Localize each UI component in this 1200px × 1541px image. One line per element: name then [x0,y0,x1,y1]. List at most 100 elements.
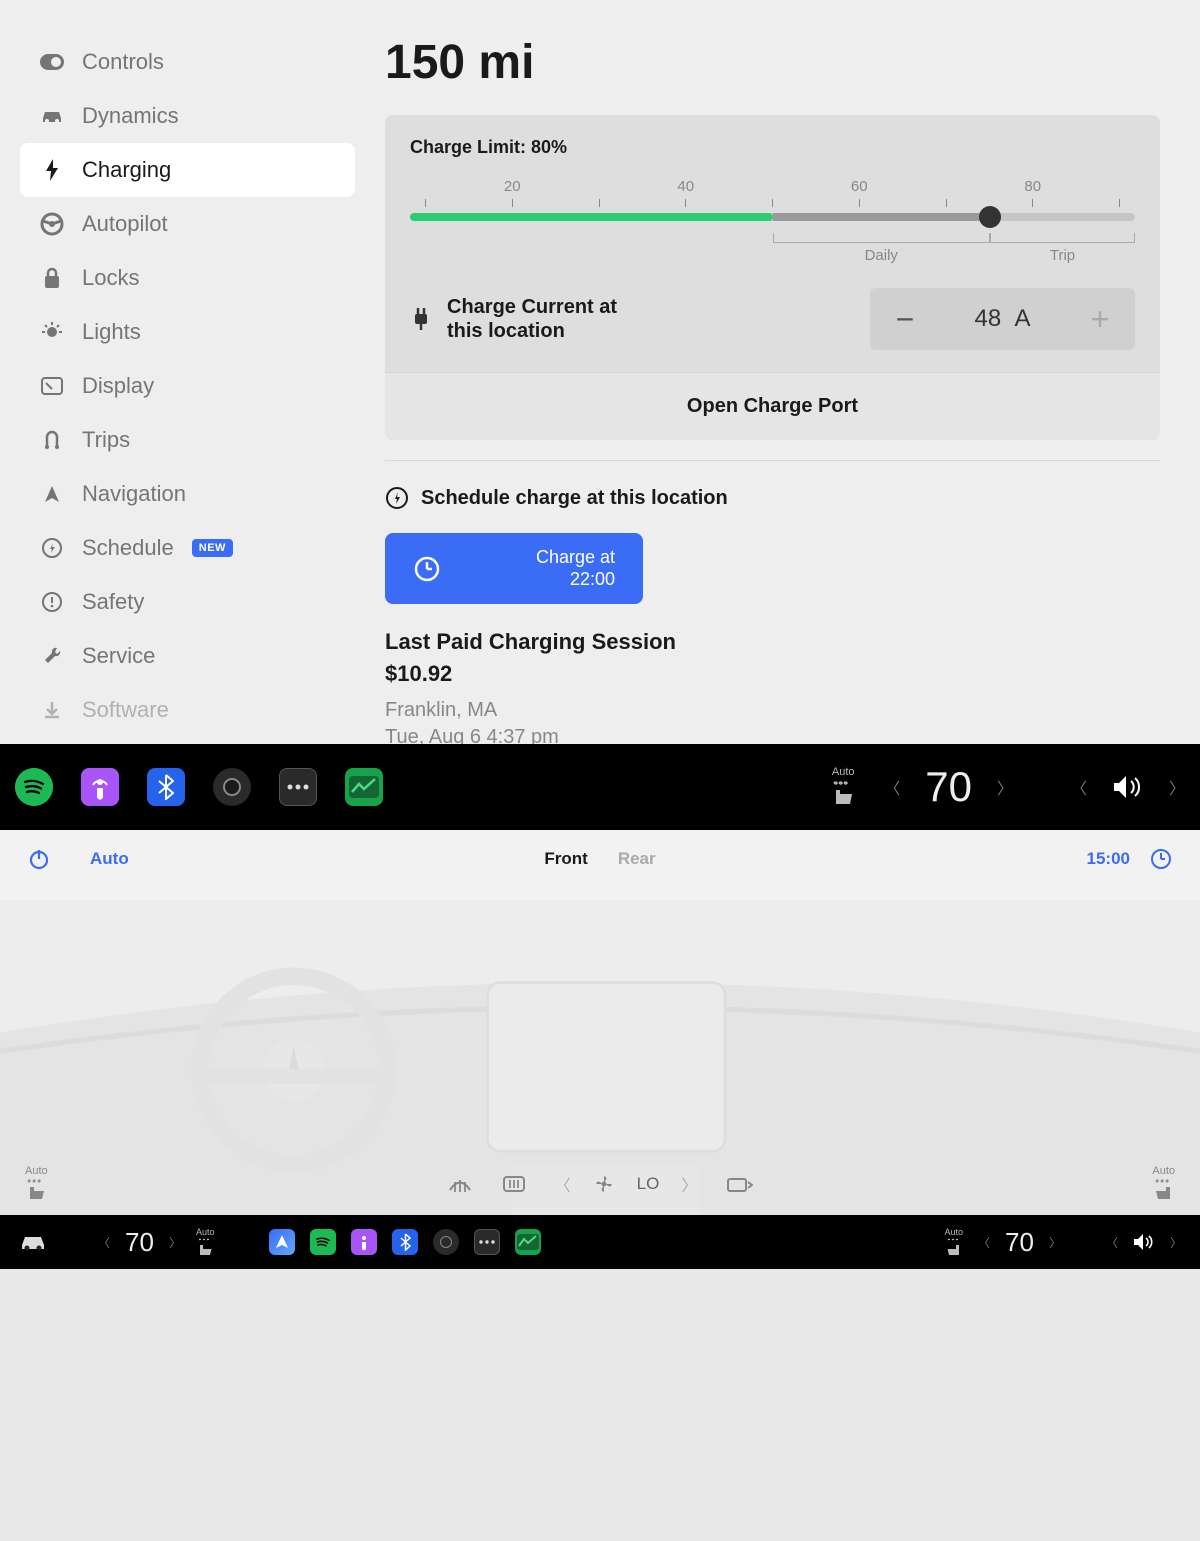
charge-card: Charge Limit: 80% 20 40 60 80 [385,115,1160,440]
temp-down-button[interactable]: 〈 [884,775,900,799]
more-apps-icon-small[interactable] [474,1229,500,1255]
schedule-label: Schedule charge at this location [421,487,728,510]
steering-wheel-icon [40,212,64,236]
sidebar-label: Schedule [82,535,174,561]
sidebar-item-software[interactable]: Software [20,683,355,737]
energy-app-icon[interactable] [345,768,383,806]
spotify-app-icon[interactable] [15,768,53,806]
vol-down-button[interactable]: 〈 [1071,775,1087,799]
temp-control: 〈 70 〉 [884,763,1013,811]
car-button[interactable] [18,1233,48,1251]
nav-app-icon[interactable] [269,1229,295,1255]
fan-up-button[interactable]: 〉 [681,1172,697,1196]
display-icon [40,374,64,398]
front-tab[interactable]: Front [544,849,587,869]
daily-label: Daily [865,247,898,264]
sidebar-label: Charging [82,157,171,183]
sidebar-item-lights[interactable]: Lights [20,305,355,359]
clock-icon[interactable] [1150,848,1172,870]
climate-power-button[interactable] [28,848,50,870]
current-minus-button[interactable]: − [870,288,940,350]
charge-limit-slider[interactable]: 20 40 60 80 [410,178,1135,263]
sidebar-label: Lights [82,319,141,345]
dashcam-app-icon-small[interactable] [433,1229,459,1255]
seat-heater-br[interactable]: Auto [945,1227,964,1258]
dashcam-app-icon[interactable] [213,768,251,806]
volume-icon[interactable] [1112,774,1144,800]
temp-right-up[interactable]: 〉 [1049,1234,1061,1251]
sidebar-item-dynamics[interactable]: Dynamics [20,89,355,143]
sidebar-item-locks[interactable]: Locks [20,251,355,305]
climate-schedule-time[interactable]: 15:00 [1087,849,1130,869]
sidebar-label: Trips [82,427,130,453]
bolt-icon [40,158,64,182]
sidebar-item-charging[interactable]: Charging [20,143,355,197]
last-session: Last Paid Charging Session $10.92 Frankl… [385,629,1160,744]
sidebar-label: Navigation [82,481,186,507]
last-session-price: $10.92 [385,661,1160,687]
podcast-app-icon-small[interactable] [351,1229,377,1255]
seat-heater-fr[interactable]: Auto [1152,1165,1175,1203]
vol-up-button[interactable]: 〉 [1169,775,1185,799]
sidebar-item-autopilot[interactable]: Autopilot [20,197,355,251]
open-charge-port-button[interactable]: Open Charge Port [385,372,1160,440]
climate-auto-button[interactable]: Auto [90,849,129,869]
fan-down-button[interactable]: 〈 [555,1172,571,1196]
sidebar-label: Autopilot [82,211,168,237]
current-plus-button[interactable]: + [1065,288,1135,350]
vol-down-small[interactable]: 〈 [1106,1234,1118,1251]
podcast-app-icon[interactable] [81,768,119,806]
temp-left-down[interactable]: 〈 [98,1234,110,1251]
sidebar-label: Software [82,697,169,723]
clock-icon [413,555,441,583]
current-value: 48 A [940,305,1065,333]
download-icon [40,698,64,722]
sidebar-item-navigation[interactable]: Navigation [20,467,355,521]
charge-limit-label: Charge Limit: 80% [410,137,1135,158]
seat-heater-bl[interactable]: Auto [196,1227,215,1258]
toggle-icon [40,50,64,74]
more-apps-icon[interactable] [279,768,317,806]
bottom-dock-bar: 〈 70 〉 Auto Auto 〈 70 〉 〈 〉 [0,1215,1200,1269]
wrench-icon [40,644,64,668]
car-icon [40,104,64,128]
sidebar-item-service[interactable]: Service [20,629,355,683]
charge-at-label: Charge at [536,547,615,569]
sidebar-item-display[interactable]: Display [20,359,355,413]
temp-right-down[interactable]: 〈 [978,1234,990,1251]
energy-app-icon-small[interactable] [515,1229,541,1255]
temp-up-button[interactable]: 〉 [997,775,1013,799]
temp-right-value: 70 [1005,1227,1034,1258]
defrost-front-button[interactable] [447,1172,473,1196]
settings-panel: Controls Dynamics Charging Autopilot Loc… [0,0,1200,744]
airflow-button[interactable] [725,1174,753,1194]
bluetooth-app-icon[interactable] [147,768,185,806]
new-badge: NEW [192,539,233,557]
clock-bolt-icon [40,536,64,560]
clock-bolt-icon [385,486,409,510]
nav-arrow-icon [40,482,64,506]
sidebar-label: Service [82,643,155,669]
bluetooth-app-icon-small[interactable] [392,1229,418,1255]
lights-icon [40,320,64,344]
rear-tab[interactable]: Rear [618,849,656,869]
trips-icon [40,428,64,452]
defrost-rear-button[interactable] [501,1173,527,1195]
sidebar-item-safety[interactable]: Safety [20,575,355,629]
seat-heater-left[interactable]: Auto [830,766,856,808]
vol-up-small[interactable]: 〉 [1170,1234,1182,1251]
charging-content: 150 mi Charge Limit: 80% 20 40 60 80 [355,20,1200,744]
volume-icon-small[interactable] [1133,1233,1155,1251]
app-dock-bar: Auto 〈 70 〉 〈 〉 [0,744,1200,830]
settings-sidebar: Controls Dynamics Charging Autopilot Loc… [20,20,355,744]
sidebar-item-schedule[interactable]: Schedule NEW [20,521,355,575]
spotify-app-icon-small[interactable] [310,1229,336,1255]
sidebar-item-controls[interactable]: Controls [20,35,355,89]
sidebar-item-trips[interactable]: Trips [20,413,355,467]
charge-at-button[interactable]: Charge at 22:00 [385,533,643,604]
last-session-title: Last Paid Charging Session [385,629,1160,655]
sidebar-label: Locks [82,265,139,291]
slider-knob[interactable] [979,206,1001,228]
temp-left-up[interactable]: 〉 [169,1234,181,1251]
seat-heater-fl[interactable]: Auto [25,1165,48,1203]
